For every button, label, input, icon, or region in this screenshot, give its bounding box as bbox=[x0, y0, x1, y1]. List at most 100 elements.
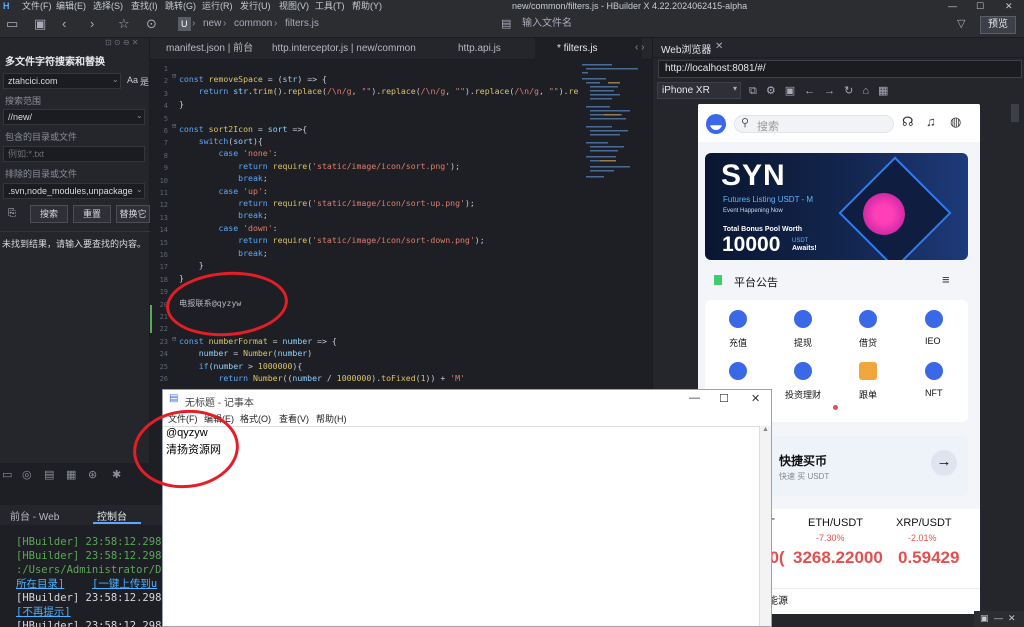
url-input[interactable]: http://localhost:8081/#/ bbox=[658, 60, 1022, 78]
plugin-icon[interactable]: ⊛ bbox=[88, 468, 97, 481]
back-icon[interactable]: ← bbox=[804, 85, 824, 97]
exclude-input[interactable]: .svn,node_modules,unpackage bbox=[3, 183, 145, 199]
grid-icon[interactable]: ▦ bbox=[66, 468, 76, 481]
file-search-input[interactable]: 输入文件名 bbox=[522, 17, 572, 31]
devtools-icon[interactable]: ⧉ bbox=[749, 85, 766, 97]
grid-label-loan[interactable]: 借贷 bbox=[859, 336, 877, 349]
grid-label-invest[interactable]: 投资理财 bbox=[785, 388, 821, 401]
menu-help[interactable]: 帮助(Y) bbox=[352, 0, 382, 12]
grid-label-nft[interactable]: NFT bbox=[925, 388, 943, 398]
menu-find[interactable]: 查找(I) bbox=[131, 0, 158, 12]
minimize-icon[interactable]: — bbox=[994, 613, 1003, 623]
invest-icon[interactable] bbox=[794, 362, 812, 380]
scroll-up-icon[interactable]: ▲ bbox=[762, 426, 769, 433]
device-select[interactable]: iPhone XR bbox=[657, 82, 741, 99]
grid-label-ieo[interactable]: IEO bbox=[925, 336, 941, 346]
notepad-menu-format[interactable]: 格式(O) bbox=[240, 412, 271, 425]
match-case-toggle[interactable]: Aa bbox=[127, 75, 138, 85]
console-link-dismiss[interactable]: [不再提示] bbox=[16, 605, 71, 619]
minimap[interactable] bbox=[578, 60, 648, 390]
include-input[interactable]: 例如:*.txt bbox=[3, 146, 145, 162]
breadcrumb-common[interactable]: common bbox=[234, 17, 272, 31]
star-icon[interactable]: ☆ bbox=[118, 17, 130, 31]
console-link-upload[interactable]: [一键上传到u bbox=[92, 577, 157, 591]
ticker-price[interactable]: 0.59429 bbox=[898, 548, 959, 568]
phone-search-box[interactable]: ⚲ 搜索 bbox=[734, 115, 894, 133]
notepad-menu-view[interactable]: 查看(V) bbox=[279, 412, 309, 425]
replace-toggle-icon[interactable]: ⎘ bbox=[8, 208, 16, 219]
save-icon[interactable]: ▣ bbox=[34, 17, 46, 31]
tab-console[interactable]: 控制台 bbox=[97, 508, 127, 523]
qrcode-icon[interactable]: ▦ bbox=[878, 85, 897, 97]
lock-icon[interactable]: ⌂ bbox=[862, 85, 878, 97]
menu-file[interactable]: 文件(F) bbox=[22, 0, 52, 12]
notepad-menu-help[interactable]: 帮助(H) bbox=[316, 412, 347, 425]
settings-icon[interactable]: ⚙ bbox=[766, 85, 785, 97]
new-file-icon[interactable]: ▭ bbox=[6, 17, 18, 31]
nft-icon[interactable] bbox=[925, 362, 943, 380]
search-button[interactable]: 搜索 bbox=[30, 205, 68, 223]
tab-web-console[interactable]: 前台 - Web bbox=[10, 508, 59, 523]
notepad-textarea[interactable]: @qyzyw 清扬资源网 bbox=[163, 426, 759, 626]
ticker-pair[interactable]: ETH/USDT bbox=[808, 517, 863, 529]
breadcrumb-file[interactable]: filters.js bbox=[285, 17, 319, 31]
preview-button[interactable]: 预览 bbox=[980, 16, 1016, 34]
ticker-pair[interactable]: XRP/USDT bbox=[896, 517, 952, 529]
tab-manifest[interactable]: manifest.json | 前台 bbox=[166, 38, 256, 60]
folder-icon[interactable]: ▭ bbox=[2, 468, 12, 481]
menu-edit[interactable]: 编辑(E) bbox=[56, 0, 86, 12]
replace-button[interactable]: 替换它 bbox=[116, 205, 150, 223]
sidebar-tool-icon[interactable]: ⊡ ⊙ ⊖ ✕ bbox=[105, 38, 138, 47]
grid-label-recharge[interactable]: 充值 bbox=[729, 336, 747, 349]
fold-markers[interactable]: ⊟ bbox=[172, 72, 176, 104]
tab-scroll-icon[interactable]: ‹ › bbox=[635, 42, 644, 53]
tab-filters[interactable]: * filters.js bbox=[535, 38, 642, 60]
chevron-down-icon[interactable]: ⌄ bbox=[136, 111, 143, 120]
tab-http-interceptor[interactable]: http.interceptor.js | new/common bbox=[272, 38, 432, 60]
headset-icon[interactable]: ☊ bbox=[902, 114, 914, 130]
fold-marker[interactable]: ⊟ bbox=[172, 122, 176, 130]
contract-icon[interactable] bbox=[729, 362, 747, 380]
code-editor[interactable]: 1 2 3 4 5 6 7 8 9 10 11 12 13 14 15 16 1… bbox=[150, 60, 652, 390]
menu-publish[interactable]: 发行(U) bbox=[240, 0, 271, 12]
withdraw-icon[interactable] bbox=[794, 310, 812, 328]
filter-icon[interactable]: ▽ bbox=[957, 17, 965, 31]
menu-tools[interactable]: 工具(T) bbox=[315, 0, 345, 12]
bug-icon[interactable]: ✱ bbox=[112, 468, 121, 481]
window-icon[interactable]: ▣ bbox=[980, 613, 989, 624]
menu-goto[interactable]: 跳转(G) bbox=[165, 0, 196, 12]
ieo-icon[interactable] bbox=[925, 310, 943, 328]
minimize-icon[interactable]: — bbox=[948, 0, 957, 12]
grid-label-withdraw[interactable]: 提现 bbox=[794, 336, 812, 349]
scrollbar-thumb[interactable] bbox=[1011, 104, 1019, 122]
screenshot-icon[interactable]: ▣ bbox=[785, 85, 804, 97]
close-icon[interactable]: ✕ bbox=[751, 392, 760, 405]
ticker-price[interactable]: 3268.22000 bbox=[793, 548, 883, 568]
close-tab-icon[interactable]: ✕ bbox=[715, 41, 723, 52]
reset-button[interactable]: 重置 bbox=[73, 205, 111, 223]
menu-run[interactable]: 运行(R) bbox=[202, 0, 233, 12]
forward-icon[interactable]: → bbox=[824, 85, 844, 97]
fold-marker[interactable]: ⊟ bbox=[172, 335, 176, 343]
avatar-icon[interactable] bbox=[706, 114, 726, 134]
binoculars-icon[interactable]: ◎ bbox=[22, 468, 32, 481]
tab-http-api[interactable]: http.api.js bbox=[458, 38, 518, 60]
web-browser-tab[interactable]: Web浏览器 bbox=[661, 41, 711, 56]
notice-row[interactable]: 平台公告 ≡ bbox=[698, 268, 980, 294]
close-icon[interactable]: ✕ bbox=[1005, 0, 1013, 12]
menu-icon[interactable]: ≡ bbox=[942, 272, 950, 287]
back-icon[interactable]: ‹ bbox=[62, 17, 66, 31]
maximize-icon[interactable]: ☐ bbox=[976, 0, 984, 12]
grid-label-copy[interactable]: 跟单 bbox=[859, 388, 877, 401]
scope-select[interactable]: //new/ bbox=[3, 109, 145, 125]
search-input[interactable]: ztahcici.com bbox=[3, 73, 121, 89]
chevron-down-icon[interactable]: ⌄ bbox=[112, 75, 119, 84]
forward-icon[interactable]: › bbox=[90, 17, 94, 31]
maximize-icon[interactable]: ☐ bbox=[719, 392, 729, 405]
bell-icon[interactable]: ♫ bbox=[926, 114, 936, 129]
recharge-icon[interactable] bbox=[729, 310, 747, 328]
menu-view[interactable]: 视图(V) bbox=[279, 0, 309, 12]
refresh-icon[interactable]: ↻ bbox=[844, 85, 862, 97]
notepad-scrollbar[interactable]: ▲ bbox=[759, 426, 771, 626]
globe-icon[interactable]: ◍ bbox=[950, 114, 961, 130]
